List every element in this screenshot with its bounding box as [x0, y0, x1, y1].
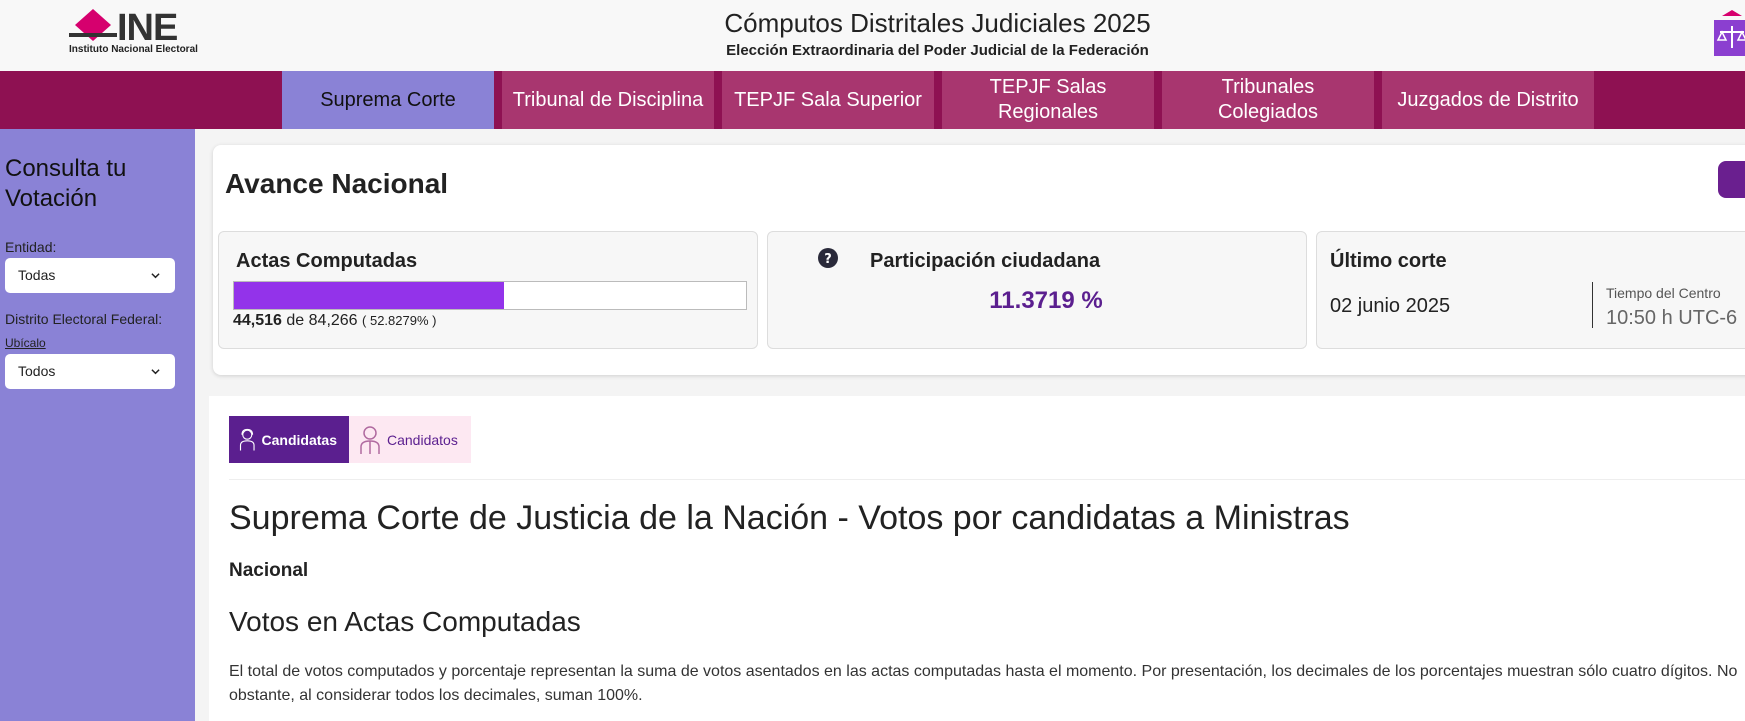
sidebar-title: Consulta tu Votación	[5, 155, 127, 212]
avance-action-button[interactable]	[1718, 161, 1745, 198]
actas-computadas-card: Actas Computadas 44,516 de 84,266 ( 52.8…	[218, 231, 758, 349]
page-subtitle: Elección Extraordinaria del Poder Judici…	[726, 42, 1149, 59]
tab-candidatos-label: Candidatos	[387, 431, 458, 448]
results-heading: Suprema Corte de Justicia de la Nación -…	[229, 499, 1350, 537]
svg-text:?: ?	[824, 252, 832, 267]
description-text: El total de votos computados y porcentaj…	[229, 663, 1738, 704]
participacion-title: Participación ciudadana	[870, 250, 1101, 272]
actas-percent: ( 52.8279% )	[362, 313, 437, 328]
tab-candidatos[interactable]: Candidatos	[349, 416, 471, 463]
actas-computed: 44,516	[233, 312, 282, 329]
ballot-scale-icon	[1714, 10, 1745, 56]
section-title: Votos en Actas Computadas	[229, 606, 581, 637]
sidebar: Consulta tu Votación Entidad: Todas Dist…	[0, 129, 195, 721]
page-title: Cómputos Distritales Judiciales 2025	[724, 8, 1151, 38]
participacion-card: ? Participación ciudadana 11.3719 %	[767, 231, 1307, 349]
participacion-value: 11.3719 %	[989, 287, 1103, 314]
corte-date: 02 junio 2025	[1330, 295, 1451, 317]
tab-tribunal-disciplina[interactable]: Tribunal de Disciplina	[502, 71, 714, 129]
results-panel: Candidatas Candidatos Suprema Corte de J…	[209, 396, 1745, 721]
male-person-icon	[360, 425, 380, 454]
actas-progress-bar	[233, 281, 747, 310]
ultimo-corte-card: Último corte 02 junio 2025 Tiempo del Ce…	[1316, 231, 1745, 349]
help-icon[interactable]: ?	[818, 248, 838, 268]
distrito-label: Distrito Electoral Federal:	[5, 311, 163, 327]
actas-of: de	[286, 312, 305, 329]
actas-progress-text: 44,516 de 84,266 ( 52.8279% )	[233, 312, 436, 330]
entidad-label: Entidad:	[5, 239, 57, 255]
corte-time-label: Tiempo del Centro	[1606, 285, 1721, 301]
corte-title: Último corte	[1330, 250, 1447, 272]
tab-tepjf-salas-regionales[interactable]: TEPJF Salas Regionales	[942, 71, 1154, 129]
entidad-select-value: Todas	[18, 267, 56, 283]
female-person-icon	[239, 428, 255, 451]
tab-juzgados-distrito[interactable]: Juzgados de Distrito	[1382, 71, 1594, 129]
results-scope: Nacional	[229, 560, 309, 581]
actas-total: 84,266	[308, 312, 358, 329]
tab-tepjf-sala-superior[interactable]: TEPJF Sala Superior	[722, 71, 934, 129]
distrito-select-value: Todos	[18, 363, 56, 379]
actas-title: Actas Computadas	[236, 250, 418, 272]
distrito-select[interactable]: Todos	[5, 354, 175, 389]
main-nav: Suprema Corte Tribunal de Disciplina TEP…	[0, 71, 1745, 129]
chevron-down-icon	[151, 369, 160, 375]
chevron-down-icon	[151, 273, 160, 279]
entidad-select[interactable]: Todas	[5, 258, 175, 293]
ubicalo-link[interactable]: Ubícalo	[5, 336, 46, 350]
tab-suprema-corte[interactable]: Suprema Corte	[282, 71, 494, 129]
avance-nacional-card: Avance Nacional Actas Computadas 44,516 …	[213, 145, 1745, 375]
tab-candidatas[interactable]: Candidatas	[229, 416, 349, 463]
avance-title: Avance Nacional	[225, 168, 449, 199]
tab-tribunales-colegiados[interactable]: Tribunales Colegiados	[1162, 71, 1374, 129]
actas-progress-fill	[234, 282, 505, 309]
corte-time: 10:50 h UTC-6	[1606, 307, 1738, 329]
header: INE Instituto Nacional Electoral Cómputo…	[0, 0, 1745, 71]
content-divider	[229, 479, 1745, 480]
corte-divider	[1592, 282, 1593, 328]
tab-candidatas-label: Candidatas	[261, 431, 337, 448]
